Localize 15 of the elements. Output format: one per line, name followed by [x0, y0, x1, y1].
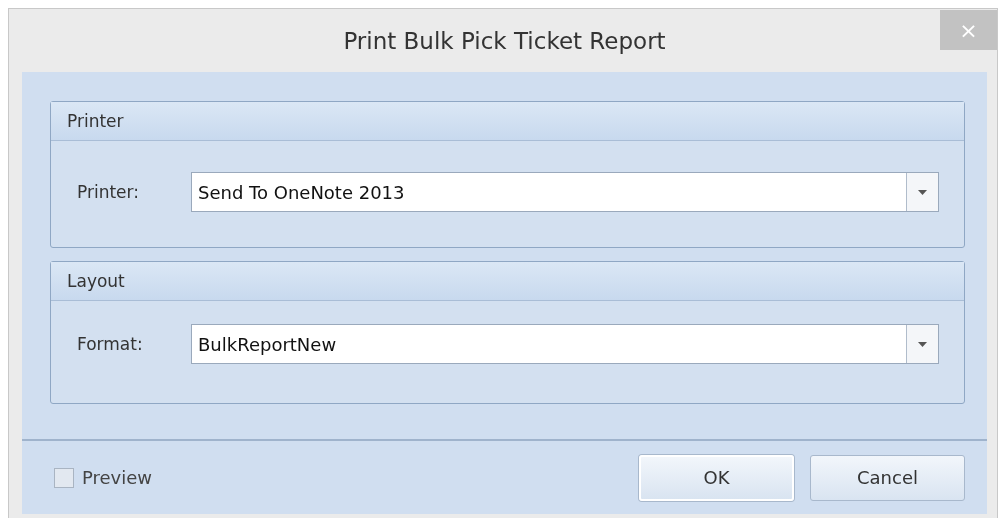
cancel-button[interactable]: Cancel	[810, 454, 965, 501]
group-title: Printer	[67, 111, 124, 131]
field-label: Format:	[77, 334, 144, 354]
dropdown-field[interactable]: BulkReportNew	[191, 324, 939, 364]
dropdown-button[interactable]	[906, 325, 938, 363]
preview-label[interactable]: Preview	[82, 467, 153, 488]
checkbox[interactable]	[54, 467, 74, 488]
group-title: Layout	[67, 271, 125, 291]
caret-icon	[918, 189, 927, 195]
field-label: Printer:	[77, 182, 140, 202]
caret-icon	[918, 341, 927, 347]
window-title: Print Bulk Pick Ticket Report	[343, 27, 666, 54]
dropdown-field[interactable]: Send To OneNote 2013	[191, 172, 939, 212]
ok-button[interactable]: OK	[639, 454, 794, 501]
dropdown-button[interactable]	[906, 173, 938, 211]
